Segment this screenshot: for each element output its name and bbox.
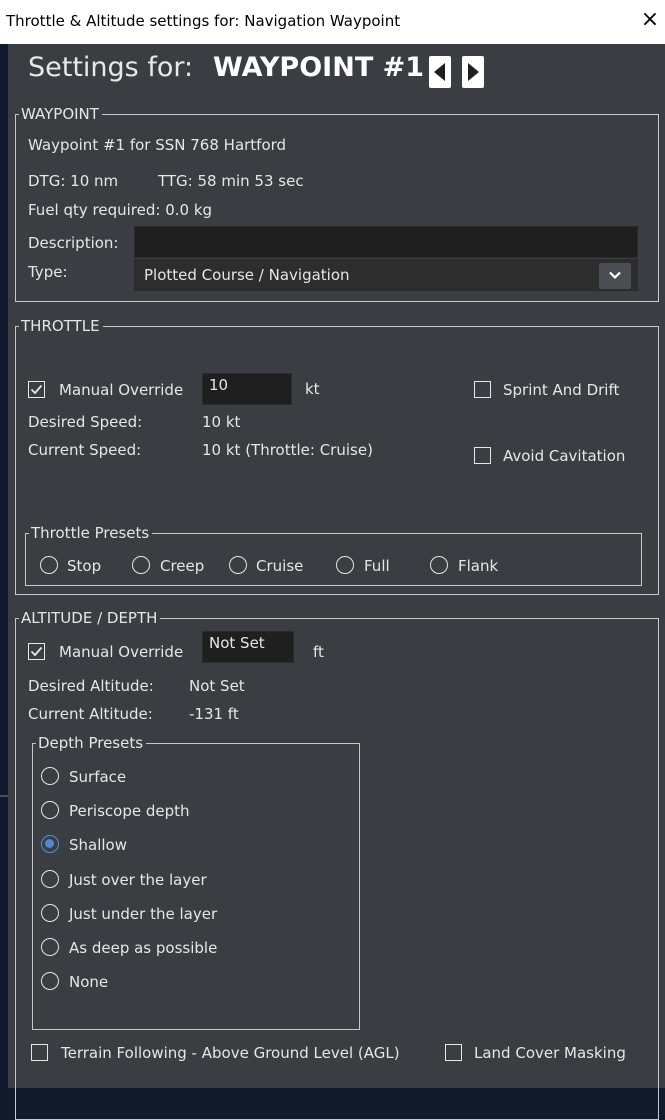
type-select-value: Plotted Course / Navigation <box>144 266 350 284</box>
checkmark-icon <box>30 384 43 395</box>
previous-waypoint-button[interactable] <box>429 56 451 88</box>
depth-periscope-radio[interactable] <box>41 801 59 819</box>
throttle-presets-legend: Throttle Presets <box>29 524 153 542</box>
speed-unit-label: kt <box>305 380 320 398</box>
preset-cruise-radio[interactable] <box>229 556 247 574</box>
type-dropdown-button[interactable] <box>599 263 631 289</box>
preset-flank-label[interactable]: Flank <box>458 557 498 575</box>
depth-presets-legend: Depth Presets <box>36 734 147 752</box>
terrain-following-checkbox[interactable] <box>31 1044 48 1061</box>
current-altitude-value: -131 ft <box>189 705 239 723</box>
depth-under-layer-label[interactable]: Just under the layer <box>69 905 217 923</box>
land-cover-masking-checkbox[interactable] <box>445 1044 462 1061</box>
depth-shallow-radio[interactable] <box>41 835 59 853</box>
settings-for-label: Settings for: <box>28 52 194 83</box>
throttle-manual-override-checkbox[interactable] <box>28 381 45 398</box>
altitude-depth-legend: ALTITUDE / DEPTH <box>19 609 161 627</box>
depth-none-radio[interactable] <box>41 972 59 990</box>
depth-periscope-label[interactable]: Periscope depth <box>69 802 190 820</box>
throttle-group: THROTTLE Manual Override 10 kt Sprint An… <box>15 317 659 595</box>
avoid-cavitation-label[interactable]: Avoid Cavitation <box>503 447 625 465</box>
type-select[interactable]: Plotted Course / Navigation <box>134 259 638 291</box>
desired-altitude-value: Not Set <box>189 677 245 695</box>
desired-altitude-label: Desired Altitude: <box>28 677 154 695</box>
depth-none-label[interactable]: None <box>69 973 108 991</box>
arrow-right-icon <box>468 63 479 81</box>
preset-full-radio[interactable] <box>336 556 354 574</box>
land-cover-masking-label[interactable]: Land Cover Masking <box>474 1044 626 1062</box>
preset-stop-radio[interactable] <box>40 556 58 574</box>
depth-presets-group: Depth Presets Surface Periscope depth Sh… <box>32 734 360 1030</box>
throttle-manual-override-label[interactable]: Manual Override <box>59 381 183 399</box>
chevron-down-icon <box>609 271 621 280</box>
altitude-manual-override-label[interactable]: Manual Override <box>59 643 183 661</box>
dtg-text: DTG: 10 nm <box>28 172 119 190</box>
ttg-text: TTG: 58 min 53 sec <box>158 172 304 190</box>
background-edge <box>0 44 8 1088</box>
depth-surface-label[interactable]: Surface <box>69 768 126 786</box>
depth-surface-radio[interactable] <box>41 767 59 785</box>
current-speed-value: 10 kt (Throttle: Cruise) <box>202 441 373 459</box>
desired-speed-label: Desired Speed: <box>28 413 143 431</box>
depth-as-deep-label[interactable]: As deep as possible <box>69 939 217 957</box>
type-label: Type: <box>28 263 68 281</box>
depth-over-layer-radio[interactable] <box>41 870 59 888</box>
waypoint-name-heading: WAYPOINT #1 <box>213 52 425 83</box>
altitude-depth-group: ALTITUDE / DEPTH Manual Override Not Set… <box>15 609 659 1120</box>
avoid-cavitation-checkbox[interactable] <box>474 447 491 464</box>
arrow-left-icon <box>434 63 445 81</box>
preset-creep-radio[interactable] <box>132 556 150 574</box>
altitude-unit-label: ft <box>313 643 324 661</box>
sprint-and-drift-checkbox[interactable] <box>474 381 491 398</box>
depth-as-deep-radio[interactable] <box>41 938 59 956</box>
fuel-required-text: Fuel qty required: 0.0 kg <box>28 201 213 219</box>
close-icon[interactable]: × <box>639 9 661 31</box>
depth-over-layer-label[interactable]: Just over the layer <box>69 871 207 889</box>
preset-creep-label[interactable]: Creep <box>160 557 204 575</box>
speed-input[interactable]: 10 <box>202 373 292 405</box>
current-altitude-label: Current Altitude: <box>28 705 153 723</box>
preset-full-label[interactable]: Full <box>364 557 390 575</box>
next-waypoint-button[interactable] <box>462 56 484 88</box>
throttle-legend: THROTTLE <box>19 317 103 335</box>
waypoint-legend: WAYPOINT <box>19 105 102 123</box>
depth-shallow-label[interactable]: Shallow <box>69 836 127 854</box>
window-title: Throttle & Altitude settings for: Naviga… <box>6 12 401 30</box>
current-speed-label: Current Speed: <box>28 441 142 459</box>
checkmark-icon <box>30 646 43 657</box>
throttle-presets-group: Throttle Presets Stop Creep Cruise Full … <box>25 524 642 586</box>
depth-under-layer-radio[interactable] <box>41 904 59 922</box>
settings-panel: Settings for: WAYPOINT #1 WAYPOINT Waypo… <box>8 44 665 1120</box>
settings-window: Throttle & Altitude settings for: Naviga… <box>0 0 665 1120</box>
desired-speed-value: 10 kt <box>202 413 241 431</box>
title-bar: Throttle & Altitude settings for: Naviga… <box>0 0 665 44</box>
sprint-and-drift-label[interactable]: Sprint And Drift <box>503 381 619 399</box>
preset-stop-label[interactable]: Stop <box>67 557 101 575</box>
waypoint-group: WAYPOINT Waypoint #1 for SSN 768 Hartfor… <box>15 105 659 302</box>
preset-flank-radio[interactable] <box>430 556 448 574</box>
waypoint-description-text: Waypoint #1 for SSN 768 Hartford <box>28 136 287 154</box>
background-edge-line <box>0 795 8 797</box>
preset-cruise-label[interactable]: Cruise <box>256 557 303 575</box>
description-input[interactable] <box>134 226 638 258</box>
terrain-following-label[interactable]: Terrain Following - Above Ground Level (… <box>61 1044 400 1062</box>
description-label: Description: <box>28 234 119 252</box>
altitude-manual-override-checkbox[interactable] <box>28 643 45 660</box>
altitude-input[interactable]: Not Set <box>202 631 294 663</box>
